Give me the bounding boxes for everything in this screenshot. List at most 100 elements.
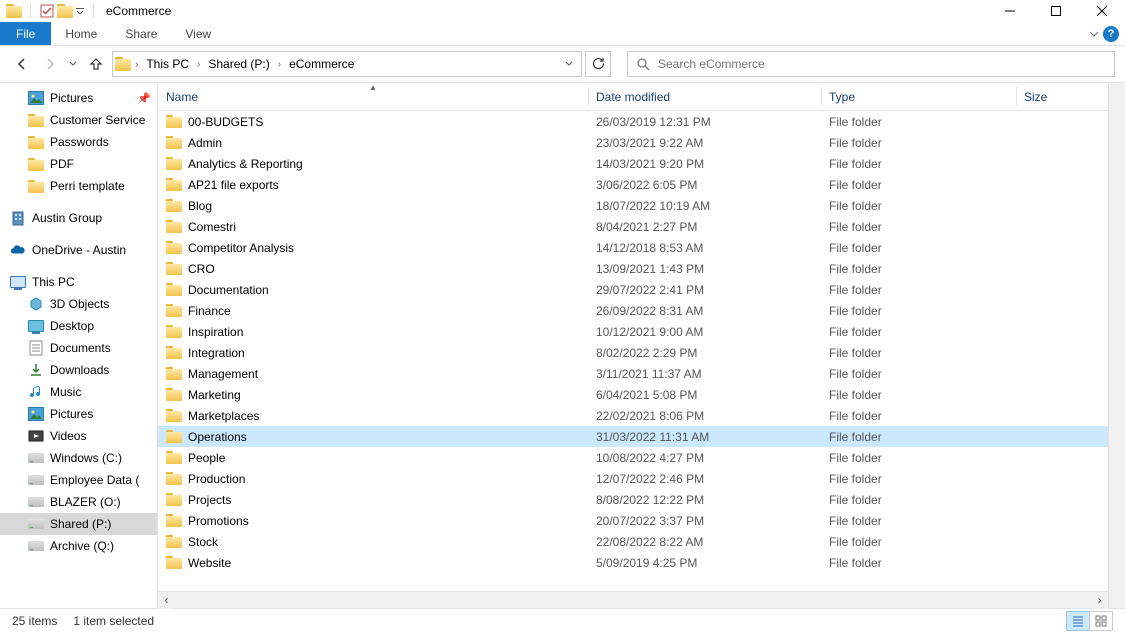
forward-button[interactable] [38,52,62,76]
column-type[interactable]: Type [821,83,1016,110]
refresh-button[interactable] [585,51,611,77]
tab-share[interactable]: Share [111,22,171,45]
table-row[interactable]: Analytics & Reporting 14/03/2021 9:20 PM… [158,153,1108,174]
table-row[interactable]: Inspiration 10/12/2021 9:00 AM File fold… [158,321,1108,342]
sidebar-pc-item[interactable]: Music [0,381,157,403]
table-row[interactable]: Admin 23/03/2021 9:22 AM File folder [158,132,1108,153]
vertical-scrollbar[interactable] [1108,83,1125,608]
table-row[interactable]: Blog 18/07/2022 10:19 AM File folder [158,195,1108,216]
sidebar-pc-item[interactable]: Documents [0,337,157,359]
table-row[interactable]: Operations 31/03/2022 11:31 AM File fold… [158,426,1108,447]
folder-icon [166,282,182,298]
sidebar-pc-item[interactable]: Desktop [0,315,157,337]
table-row[interactable]: Competitor Analysis 14/12/2018 8:53 AM F… [158,237,1108,258]
sidebar-pc-item[interactable]: Employee Data ( [0,469,157,491]
qat-newfolder-icon[interactable] [57,3,73,19]
row-type: File folder [821,430,1016,444]
table-row[interactable]: Promotions 20/07/2022 3:37 PM File folde… [158,510,1108,531]
table-row[interactable]: Marketplaces 22/02/2021 8:06 PM File fol… [158,405,1108,426]
table-row[interactable]: Website 5/09/2019 4:25 PM File folder [158,552,1108,573]
qat-dropdown-icon[interactable] [75,3,85,19]
tab-home[interactable]: Home [51,22,111,45]
address-dropdown-icon[interactable] [559,60,579,68]
minimize-button[interactable] [987,0,1033,22]
file-list: Name▴ Date modified Type Size 00-BUDGETS… [158,83,1125,608]
breadcrumb-shared[interactable]: Shared (P:) [204,52,273,76]
table-row[interactable]: Projects 8/08/2022 12:22 PM File folder [158,489,1108,510]
table-row[interactable]: Finance 26/09/2022 8:31 AM File folder [158,300,1108,321]
column-size[interactable]: Size [1016,83,1108,110]
row-name: Website [188,556,231,570]
sidebar-pc-item[interactable]: Windows (C:) [0,447,157,469]
chevron-right-icon[interactable]: › [276,59,283,70]
search-box[interactable] [627,51,1115,77]
sidebar-pc-item[interactable]: Videos [0,425,157,447]
folder-icon [166,492,182,508]
sidebar-pc-item[interactable]: 3D Objects [0,293,157,315]
search-input[interactable] [658,57,1106,71]
row-type: File folder [821,115,1016,129]
pin-icon: 📌 [137,92,157,105]
recent-dropdown-icon[interactable] [66,52,80,76]
chevron-right-icon[interactable]: › [133,59,140,70]
horizontal-scrollbar[interactable]: ‹ › [158,591,1108,608]
onedrive-icon [10,242,26,258]
maximize-button[interactable] [1033,0,1079,22]
sidebar-pc-item[interactable]: Archive (Q:) [0,535,157,557]
row-date: 31/03/2022 11:31 AM [588,430,821,444]
sidebar-quick-item[interactable]: Passwords [0,131,157,153]
column-name[interactable]: Name▴ [158,83,588,110]
table-row[interactable]: 00-BUDGETS 26/03/2019 12:31 PM File fold… [158,111,1108,132]
row-name: Projects [188,493,231,507]
table-row[interactable]: Comestri 8/04/2021 2:27 PM File folder [158,216,1108,237]
row-type: File folder [821,304,1016,318]
sidebar-this-pc[interactable]: This PC [0,271,157,293]
ribbon-expand-icon[interactable] [1089,29,1099,39]
breadcrumb-ecommerce[interactable]: eCommerce [285,52,358,76]
sidebar-pc-item[interactable]: BLAZER (O:) [0,491,157,513]
row-date: 8/02/2022 2:29 PM [588,346,821,360]
table-row[interactable]: Production 12/07/2022 2:46 PM File folde… [158,468,1108,489]
tab-view[interactable]: View [171,22,225,45]
sidebar-group-item[interactable]: Austin Group [0,207,157,229]
sidebar-item-label: Passwords [50,135,109,149]
drive-icon [28,494,44,510]
breadcrumb-this-pc[interactable]: This PC [142,52,193,76]
scroll-left-icon[interactable]: ‹ [158,592,175,609]
column-date[interactable]: Date modified [588,83,821,110]
sidebar-quick-item[interactable]: Perri template [0,175,157,197]
sidebar-group-item[interactable]: OneDrive - Austin [0,239,157,261]
sidebar-pc-item[interactable]: Shared (P:) [0,513,157,535]
table-row[interactable]: Stock 22/08/2022 8:22 AM File folder [158,531,1108,552]
row-date: 5/09/2019 4:25 PM [588,556,821,570]
window-title: eCommerce [100,4,171,18]
sidebar-pc-item[interactable]: Downloads [0,359,157,381]
close-button[interactable] [1079,0,1125,22]
sidebar-pc-item[interactable]: Pictures [0,403,157,425]
help-icon[interactable]: ? [1103,26,1119,42]
row-date: 22/02/2021 8:06 PM [588,409,821,423]
sidebar-quick-item[interactable]: PDF [0,153,157,175]
folder-icon [166,240,182,256]
table-row[interactable]: Integration 8/02/2022 2:29 PM File folde… [158,342,1108,363]
table-row[interactable]: Management 3/11/2021 11:37 AM File folde… [158,363,1108,384]
up-button[interactable] [84,52,108,76]
chevron-right-icon[interactable]: › [195,59,202,70]
back-button[interactable] [10,52,34,76]
file-tab[interactable]: File [0,22,51,45]
sidebar-quick-item[interactable]: Customer Service [0,109,157,131]
table-row[interactable]: AP21 file exports 3/06/2022 6:05 PM File… [158,174,1108,195]
table-row[interactable]: Documentation 29/07/2022 2:41 PM File fo… [158,279,1108,300]
sidebar-item-label: Shared (P:) [50,517,111,531]
folder-icon [166,429,182,445]
details-view-button[interactable] [1066,611,1090,631]
folder-icon [166,555,182,571]
table-row[interactable]: Marketing 6/04/2021 5:08 PM File folder [158,384,1108,405]
table-row[interactable]: CRO 13/09/2021 1:43 PM File folder [158,258,1108,279]
scroll-right-icon[interactable]: › [1091,592,1108,609]
address-bar[interactable]: › This PC › Shared (P:) › eCommerce [112,51,582,77]
qat-properties-icon[interactable] [39,3,55,19]
sidebar-quick-item[interactable]: Pictures📌 [0,87,157,109]
thumbnails-view-button[interactable] [1089,611,1113,631]
table-row[interactable]: People 10/08/2022 4:27 PM File folder [158,447,1108,468]
